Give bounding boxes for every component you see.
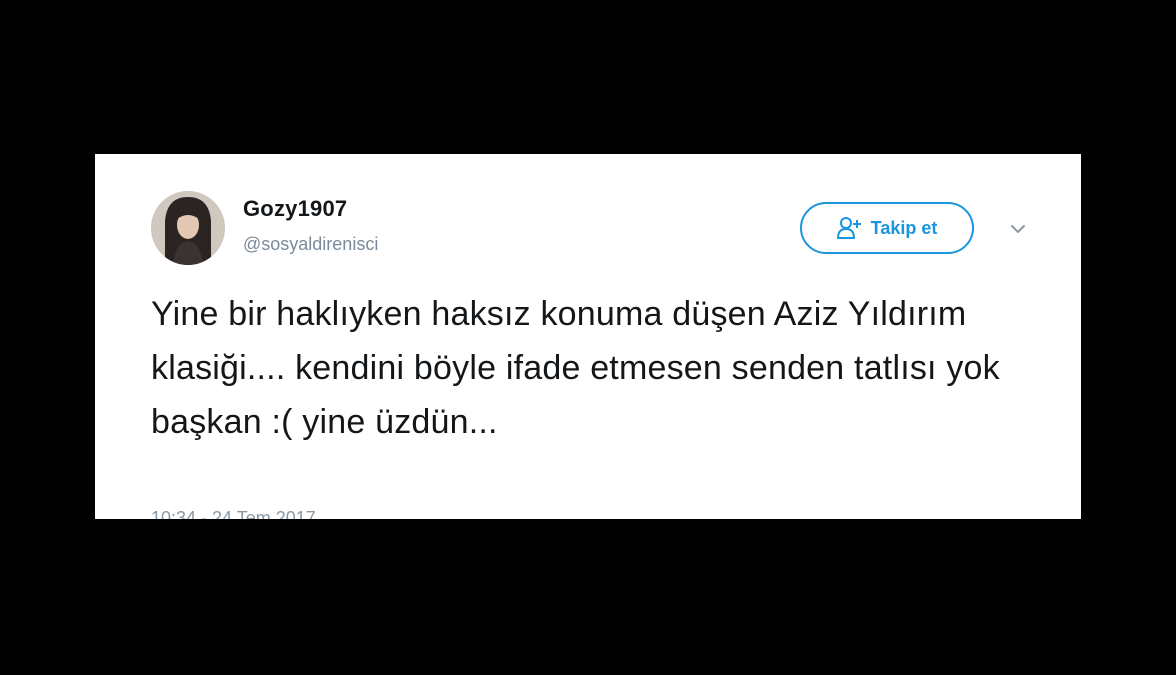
follow-button-label: Takip et: [870, 217, 938, 238]
chevron-down-icon[interactable]: [1007, 218, 1029, 240]
follow-button[interactable]: Takip et: [800, 202, 974, 254]
tweet-timestamp[interactable]: 10:34 - 24 Tem 2017: [151, 508, 316, 519]
avatar[interactable]: [151, 191, 225, 265]
display-name[interactable]: Gozy1907: [243, 196, 347, 222]
tweet-text: Yine bir haklıyken haksız konuma düşen A…: [151, 295, 1000, 441]
tweet-card: Gozy1907 @sosyaldirenisci Takip et Yine …: [95, 154, 1081, 519]
user-handle[interactable]: @sosyaldirenisci: [243, 234, 378, 255]
add-person-icon: [836, 216, 863, 240]
avatar-image: [151, 191, 225, 265]
